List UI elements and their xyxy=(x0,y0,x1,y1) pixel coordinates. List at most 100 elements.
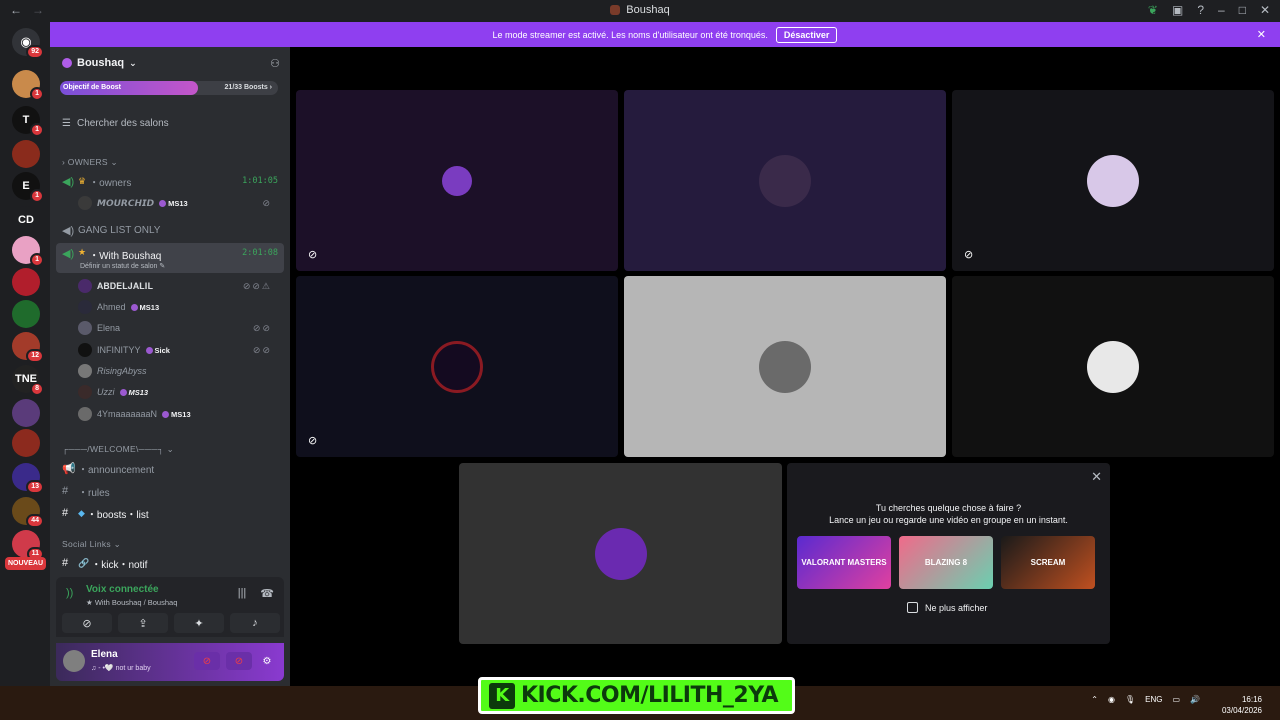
server-icon[interactable]: 13 xyxy=(12,463,44,494)
server-icon[interactable] xyxy=(12,268,40,296)
user-name[interactable]: Elena xyxy=(91,649,118,660)
server-icon[interactable]: E1 xyxy=(12,172,44,203)
help-icon[interactable]: ? xyxy=(1197,3,1204,17)
video-tile[interactable] xyxy=(459,463,782,644)
deafened-icon[interactable]: ⊘ xyxy=(226,652,252,670)
dont-show-label: Ne plus afficher xyxy=(925,602,988,613)
speaker-icon: ◀) xyxy=(62,175,75,188)
channel-kick-name: ・kick・notif xyxy=(91,559,148,571)
server-icon[interactable]: CD xyxy=(12,206,40,234)
server-icon[interactable] xyxy=(12,429,40,457)
channel-rules[interactable]: # ・rules xyxy=(56,481,284,501)
set-channel-status[interactable]: Définir un statut de salon ✎ xyxy=(80,262,165,270)
minimize-icon[interactable]: – xyxy=(1218,3,1225,17)
voice-user[interactable]: 𝐀𝐁𝐃𝐄𝐋𝐉𝐀𝐋𝐈𝐋 ⊘⊘⚠ xyxy=(78,277,278,295)
server-icon[interactable]: 1 xyxy=(12,70,44,101)
dont-show-again[interactable]: Ne plus afficher xyxy=(907,602,987,613)
server-badge: 12 xyxy=(26,349,44,363)
camera-off-button[interactable]: ⊘ xyxy=(62,613,112,633)
video-tile[interactable]: ⊘ xyxy=(952,90,1274,271)
disable-streamer-button[interactable]: Désactiver xyxy=(775,26,838,43)
voice-panel-actions: ||| ☎ xyxy=(238,587,274,600)
disconnect-icon[interactable]: ☎ xyxy=(260,587,274,600)
volume-icon[interactable]: 🔊 xyxy=(1190,695,1200,704)
gear-icon[interactable]: ⚙ xyxy=(258,652,276,670)
dont-show-checkbox[interactable] xyxy=(907,602,918,613)
activity-card[interactable]: SCREAM xyxy=(1001,536,1095,589)
voice-user[interactable]: 4YmaaaaaaaN MS13 xyxy=(78,405,278,423)
speaker-icon: ◀) xyxy=(62,224,75,237)
voice-user-name: INFINITYY xyxy=(97,345,141,355)
guild-header[interactable]: Boushaq ⌄ ⚇ xyxy=(50,47,290,79)
close-window-icon[interactable]: ✕ xyxy=(1260,3,1270,17)
screen-share-button[interactable]: ⇪ xyxy=(118,613,168,633)
clock[interactable]: 16:16 03/04/2026 xyxy=(1222,694,1262,716)
nitro-leaf-icon[interactable]: ❦ xyxy=(1148,3,1158,17)
voice-user-name: 𝙈𝙊𝙐𝙍𝘾𝙃𝙄𝘿 xyxy=(97,197,155,208)
video-tile[interactable]: ⊘ xyxy=(296,276,618,457)
server-icon[interactable] xyxy=(12,300,40,328)
server-icon[interactable] xyxy=(12,140,40,168)
server-icon[interactable]: 44 xyxy=(12,497,44,528)
home-badge: 92 xyxy=(26,45,44,59)
home-dm-icon[interactable]: ◉ 92 xyxy=(12,28,44,59)
voice-channel-owners[interactable]: ◀) ♛ ・owners 1:01:05 xyxy=(56,171,284,191)
network-icon[interactable]: ▭ xyxy=(1172,695,1180,704)
category-social[interactable]: Social Links ⌄ xyxy=(62,539,121,550)
voice-user[interactable]: RisingAbyss xyxy=(78,362,278,380)
voice-user[interactable]: 𝙈𝙊𝙐𝙍𝘾𝙃𝙄𝘿 MS13 ⊘ xyxy=(78,194,278,212)
mic-icon[interactable]: 🎙 xyxy=(1125,695,1135,704)
banner-message: Le mode streamer est activé. Les noms d'… xyxy=(492,29,768,40)
avatar[interactable] xyxy=(63,650,85,672)
soundboard-button[interactable]: ♪ xyxy=(230,613,280,633)
activities-button[interactable]: ✦ xyxy=(174,613,224,633)
category-welcome[interactable]: ┌───/WELCOME\───┐ ⌄ xyxy=(62,444,174,455)
link-icon: 🔗 xyxy=(78,557,90,568)
banner-close-icon[interactable]: ✕ xyxy=(1257,28,1266,41)
user-controls: ⊘ ⊘ ⚙ xyxy=(194,652,276,670)
invite-icon[interactable]: ⚇ xyxy=(270,57,280,70)
channel-search[interactable]: ☰ Chercher des salons xyxy=(62,118,169,129)
boost-goal-bar[interactable]: Objectif de Boost 21/33 Boosts › xyxy=(60,81,278,95)
activity-card[interactable]: BLAZING 8 xyxy=(899,536,993,589)
channel-announcement[interactable]: 📢 ・announcement xyxy=(56,458,284,478)
noise-suppression-icon[interactable]: ||| xyxy=(238,587,247,600)
tray-expand-icon[interactable]: ⌃ xyxy=(1091,695,1098,704)
video-tile[interactable] xyxy=(952,276,1274,457)
voice-user[interactable]: INFINITYY Sick ⊘⊘ xyxy=(78,341,278,359)
close-icon[interactable]: ✕ xyxy=(1091,469,1102,485)
server-icon[interactable]: 1 xyxy=(12,236,44,267)
server-icon[interactable]: 11 xyxy=(12,530,44,561)
channel-kick-notif[interactable]: # 🔗 ・kick・notif xyxy=(56,553,284,573)
video-tile[interactable] xyxy=(624,90,946,271)
tray-lang[interactable]: ENG xyxy=(1145,695,1162,704)
server-badge: 1 xyxy=(30,253,44,267)
star-icon: ★ xyxy=(78,247,87,257)
server-rail: ◉ 92 1 T 1 E 1 CD 1 12 TNE 8 13 44 11 NOUVEAU xyxy=(0,22,50,686)
signal-icon[interactable]: )) xyxy=(66,587,73,599)
avatar xyxy=(1087,340,1139,393)
voice-connected-title: Voix connectée xyxy=(86,584,159,595)
steam-icon[interactable]: ◉ xyxy=(1108,695,1115,704)
mic-muted-icon[interactable]: ⊘ xyxy=(194,652,220,670)
category-owners[interactable]: › OWNERS ⌄ xyxy=(62,157,118,168)
maximize-icon[interactable]: □ xyxy=(1239,3,1246,17)
video-tile[interactable]: ⊘ xyxy=(296,90,618,271)
server-icon[interactable]: TNE 8 xyxy=(12,365,44,396)
server-icon[interactable] xyxy=(12,399,40,427)
voice-connected-subtitle[interactable]: ★ With Boushaq / Boushaq xyxy=(86,598,177,607)
channel-boosts[interactable]: # ◆ ・boosts・list xyxy=(56,503,284,523)
channel-with-boushaq-name: ・With Boushaq xyxy=(89,251,162,262)
server-icon[interactable]: 12 xyxy=(12,332,44,363)
activity-card[interactable]: VALORANT MASTERS xyxy=(797,536,891,589)
voice-channel-with-boushaq[interactable]: ◀) ★ ・With Boushaq 2:01:08 Définir un st… xyxy=(56,243,284,273)
inbox-icon[interactable]: ▣ xyxy=(1172,3,1183,17)
server-label: T xyxy=(22,114,30,126)
voice-channel-gang[interactable]: ◀) GANG LIST ONLY xyxy=(56,220,284,240)
guild-icon xyxy=(62,58,72,68)
voice-user[interactable]: Uzzi MS13 xyxy=(78,383,278,401)
server-icon[interactable]: T1 xyxy=(12,106,44,137)
voice-user[interactable]: Elena ⊘⊘ xyxy=(78,319,278,337)
video-tile[interactable] xyxy=(624,276,946,457)
voice-user[interactable]: Ahmed MS13 xyxy=(78,298,278,316)
